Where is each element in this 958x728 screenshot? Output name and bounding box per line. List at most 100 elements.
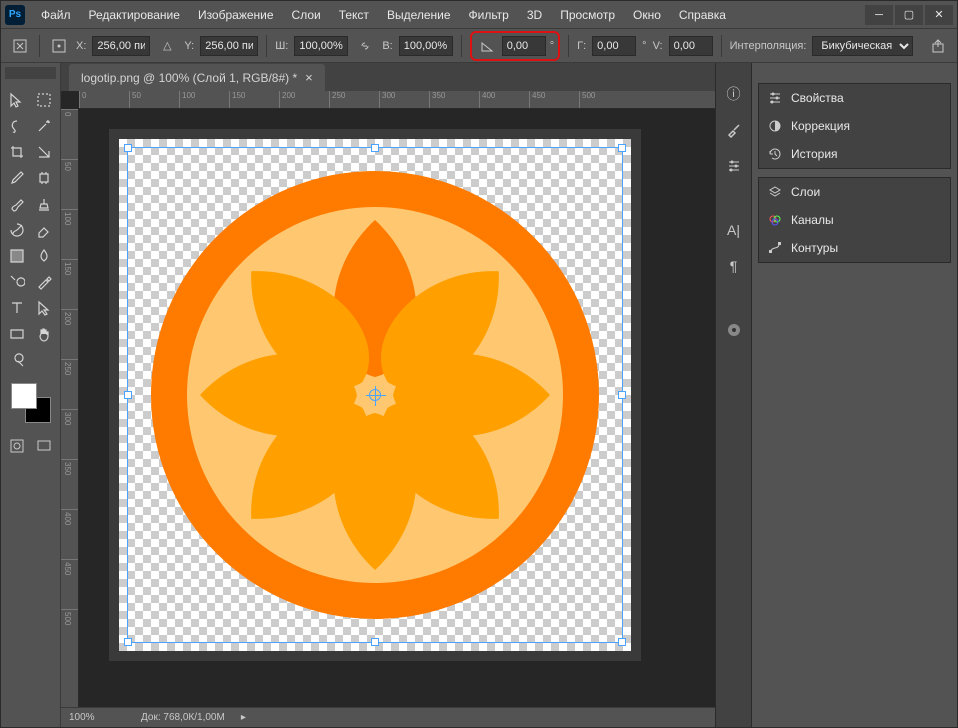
menu-item-просмотр[interactable]: Просмотр — [552, 4, 623, 26]
handle-ml[interactable] — [124, 391, 132, 399]
foreground-color[interactable] — [11, 383, 37, 409]
brush-settings-icon[interactable] — [723, 119, 745, 141]
document-tab[interactable]: logotip.png @ 100% (Слой 1, RGB/8#) * × — [69, 64, 325, 91]
link-icon[interactable] — [354, 35, 376, 57]
panel-item-коррекция[interactable]: Коррекция — [759, 112, 950, 140]
paragraph-icon[interactable]: ¶ — [723, 255, 745, 277]
handle-bl[interactable] — [124, 638, 132, 646]
skew-v-label: V: — [653, 40, 663, 52]
w-input[interactable] — [294, 36, 348, 56]
lasso-tool[interactable] — [5, 113, 30, 139]
handle-mr[interactable] — [618, 391, 626, 399]
color-swatch[interactable] — [11, 383, 51, 423]
eraser-tool[interactable] — [32, 217, 57, 243]
eyedropper-tool[interactable] — [5, 165, 30, 191]
marquee-tool[interactable] — [32, 87, 57, 113]
document-tabs: logotip.png @ 100% (Слой 1, RGB/8#) * × — [61, 63, 715, 91]
status-bar: 100% Док: 768,0К/1,00М ▸ — [61, 707, 715, 727]
window-close-button[interactable]: ✕ — [925, 5, 953, 25]
transform-tool-icon — [9, 35, 31, 57]
document-area: logotip.png @ 100% (Слой 1, RGB/8#) * × … — [61, 63, 715, 727]
panel-item-label: Свойства — [791, 91, 844, 105]
type-tool[interactable] — [5, 295, 30, 321]
hand-tool[interactable] — [32, 321, 57, 347]
y-input[interactable] — [200, 36, 258, 56]
panel-item-label: Каналы — [791, 213, 834, 227]
handle-tr[interactable] — [618, 144, 626, 152]
panel-item-label: Контуры — [791, 241, 838, 255]
handle-br[interactable] — [618, 638, 626, 646]
handle-bc[interactable] — [371, 638, 379, 646]
sliders-icon — [767, 90, 783, 106]
color-icon[interactable] — [723, 319, 745, 341]
move-tool[interactable] — [5, 87, 30, 113]
path-select-tool[interactable] — [32, 295, 57, 321]
status-zoom[interactable]: 100% — [69, 712, 129, 723]
panel-item-слои[interactable]: Слои — [759, 178, 950, 206]
quickmask-icon[interactable] — [5, 433, 30, 459]
ruler-vertical[interactable]: 050100150200250300350400450500 — [61, 109, 79, 707]
canvas[interactable] — [119, 139, 631, 651]
toolbox — [1, 63, 61, 727]
crop-tool[interactable] — [5, 139, 30, 165]
h-input[interactable] — [399, 36, 453, 56]
handle-tl[interactable] — [124, 144, 132, 152]
channels-icon — [767, 212, 783, 228]
delta-icon[interactable]: △ — [156, 35, 178, 57]
share-icon[interactable] — [927, 35, 949, 57]
menu-item-фильтр[interactable]: Фильтр — [461, 4, 517, 26]
canvas-frame — [109, 129, 641, 661]
mini-rail: ⓘ A| ¶ — [715, 63, 751, 727]
x-input[interactable] — [92, 36, 150, 56]
panel-item-свойства[interactable]: Свойства — [759, 84, 950, 112]
shape-tool[interactable] — [5, 321, 30, 347]
ruler-horizontal[interactable]: 050100150200250300350400450500 — [79, 91, 715, 109]
status-docsize: Док: 768,0К/1,00М — [141, 712, 225, 723]
toolbox-tab[interactable] — [5, 67, 56, 79]
menu-item-редактирование[interactable]: Редактирование — [81, 4, 188, 26]
skew-h-input[interactable] — [592, 36, 636, 56]
history-brush-tool[interactable] — [5, 217, 30, 243]
menu-item-3d[interactable]: 3D — [519, 4, 550, 26]
menu-item-выделение[interactable]: Выделение — [379, 4, 459, 26]
menu-item-справка[interactable]: Справка — [671, 4, 734, 26]
stamp-tool[interactable] — [32, 191, 57, 217]
zoom-tool[interactable] — [5, 347, 30, 373]
document-tab-close-icon[interactable]: × — [305, 70, 313, 85]
reference-point-icon[interactable] — [48, 35, 70, 57]
blur-tool[interactable] — [32, 243, 57, 269]
patch-tool[interactable] — [32, 165, 57, 191]
status-arrow-icon[interactable]: ▸ — [241, 712, 246, 723]
gradient-tool[interactable] — [5, 243, 30, 269]
screenmode-icon[interactable] — [32, 433, 57, 459]
pen-tool[interactable] — [32, 269, 57, 295]
adjustments-icon[interactable] — [723, 155, 745, 177]
dodge-tool[interactable] — [5, 269, 30, 295]
magic-wand-tool[interactable] — [32, 113, 57, 139]
panel-item-контуры[interactable]: Контуры — [759, 234, 950, 262]
w-label: Ш: — [275, 40, 288, 52]
info-icon[interactable]: ⓘ — [723, 83, 745, 105]
ps-logo-icon: Ps — [5, 5, 25, 25]
window-minimize-button[interactable]: ─ — [865, 5, 893, 25]
character-icon[interactable]: A| — [723, 219, 745, 241]
panel-item-история[interactable]: История — [759, 140, 950, 168]
menu-item-слои[interactable]: Слои — [284, 4, 329, 26]
handle-tc[interactable] — [371, 144, 379, 152]
menu-item-изображение[interactable]: Изображение — [190, 4, 282, 26]
panel-item-каналы[interactable]: Каналы — [759, 206, 950, 234]
panel-group-1: Свойства КоррекцияИстория — [758, 83, 951, 169]
skew-v-input[interactable] — [669, 36, 713, 56]
menu-item-текст[interactable]: Текст — [331, 4, 377, 26]
options-bar: X: △ Y: Ш: В: ° Г: ° V: Интерполяция: Би… — [1, 29, 957, 63]
brush-tool[interactable] — [5, 191, 30, 217]
interp-select[interactable]: Бикубическая — [812, 36, 913, 56]
slice-tool[interactable] — [32, 139, 57, 165]
menu-item-окно[interactable]: Окно — [625, 4, 669, 26]
angle-input[interactable] — [502, 36, 546, 56]
document-tab-label: logotip.png @ 100% (Слой 1, RGB/8#) * — [81, 71, 297, 85]
panels: Свойства КоррекцияИстория Слои Каналы Конту… — [751, 63, 957, 727]
menu-item-файл[interactable]: Файл — [33, 4, 79, 26]
h-label: В: — [382, 40, 392, 52]
window-maximize-button[interactable]: ▢ — [895, 5, 923, 25]
